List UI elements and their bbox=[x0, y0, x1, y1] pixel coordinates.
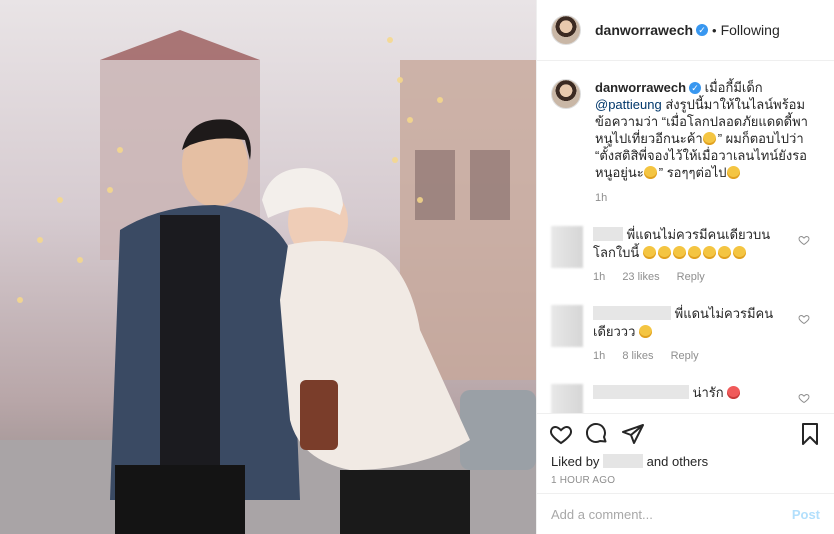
caption-mention[interactable]: @pattieung bbox=[595, 97, 662, 112]
bookmark-icon[interactable] bbox=[798, 422, 822, 446]
rofl-emoji-icon bbox=[672, 246, 686, 259]
comment-input[interactable]: Add a comment... bbox=[551, 507, 792, 522]
comment-body: พี่แดนไม่ควรมีคนเดียวบนโลกใบนี้ 1h 23 li… bbox=[593, 226, 789, 286]
commenter-avatar-blurred[interactable] bbox=[551, 384, 583, 413]
caption-username[interactable]: danworrawech bbox=[595, 80, 686, 95]
post-timestamp[interactable]: 1 HOUR AGO bbox=[537, 471, 834, 493]
comment-item: พี่แดนไม่ควรมีคนเดียวบนโลกใบนี้ 1h 23 li… bbox=[551, 226, 820, 286]
commenter-avatar-blurred[interactable] bbox=[551, 305, 583, 347]
caption-text-line1: เมื่อกี้มีเด็ก bbox=[704, 80, 763, 95]
rofl-emoji-icon bbox=[642, 246, 656, 259]
heart-eyes-emoji-icon bbox=[727, 386, 741, 399]
comment-reply-button[interactable]: Reply bbox=[677, 271, 705, 283]
comment-body: พี่แดนไม่ควรมีคนเดียววว 1h 8 likes Reply bbox=[593, 305, 789, 365]
caption-text-end: ” รอๆๆต่อไป bbox=[658, 165, 727, 180]
comment-item: น่ารัก bbox=[551, 384, 820, 413]
comments-list[interactable]: danworrawech ✓ เมื่อกี้มีเด็ก @pattieung … bbox=[537, 61, 834, 413]
action-bar bbox=[537, 413, 834, 453]
commenter-avatar-blurred[interactable] bbox=[551, 226, 583, 268]
verified-badge-icon: ✓ bbox=[696, 24, 709, 36]
caption-avatar[interactable] bbox=[551, 79, 581, 109]
caption: danworrawech ✓ เมื่อกี้มีเด็ก @pattieung … bbox=[551, 79, 820, 207]
post-comment-button[interactable]: Post bbox=[792, 507, 820, 522]
separator-dot: • bbox=[712, 22, 717, 38]
rofl-emoji-icon bbox=[702, 246, 716, 259]
grimace-emoji-icon bbox=[639, 325, 653, 338]
small-heart-icon[interactable] bbox=[798, 392, 810, 404]
post-photo[interactable] bbox=[0, 0, 536, 534]
comment-meta: 1h 8 likes Reply bbox=[593, 347, 789, 365]
comment-time: 1h bbox=[593, 271, 606, 283]
photo-illustration bbox=[0, 30, 536, 534]
comment-item: พี่แดนไม่ควรมีคนเดียววว 1h 8 likes Reply bbox=[551, 305, 820, 365]
comment-icon[interactable] bbox=[585, 422, 609, 446]
instagram-post-viewer: danworrawech ✓ • Following danworrawech ✓… bbox=[0, 0, 834, 534]
post-header: danworrawech ✓ • Following bbox=[537, 0, 834, 61]
author-avatar[interactable] bbox=[551, 15, 581, 45]
rofl-emoji-icon bbox=[717, 246, 731, 259]
smile-emoji-icon bbox=[726, 166, 740, 179]
comment-time: 1h bbox=[593, 350, 606, 362]
commenter-name-blurred[interactable] bbox=[593, 227, 623, 241]
small-heart-icon[interactable] bbox=[798, 234, 810, 246]
commenter-name-blurred[interactable] bbox=[593, 306, 671, 320]
share-icon[interactable] bbox=[621, 422, 645, 446]
small-heart-icon[interactable] bbox=[798, 313, 810, 325]
following-button[interactable]: Following bbox=[721, 22, 780, 38]
comment-body: น่ารัก bbox=[593, 384, 789, 413]
comment-meta: 1h 23 likes Reply bbox=[593, 268, 789, 286]
comment-reply-button[interactable]: Reply bbox=[671, 350, 699, 362]
post-side-panel: danworrawech ✓ • Following danworrawech ✓… bbox=[536, 0, 834, 534]
comment-text: น่ารัก bbox=[692, 385, 724, 400]
liker-name-blurred[interactable] bbox=[603, 454, 644, 468]
caption-body: danworrawech ✓ เมื่อกี้มีเด็ก @pattieung … bbox=[595, 79, 820, 207]
commenter-name-blurred[interactable] bbox=[593, 385, 689, 399]
laughing-emoji-icon bbox=[643, 166, 657, 179]
verified-badge-icon: ✓ bbox=[689, 82, 702, 94]
rofl-emoji-icon bbox=[732, 246, 746, 259]
add-comment-bar: Add a comment... Post bbox=[537, 493, 834, 534]
caption-time: 1h bbox=[595, 192, 608, 204]
likes-summary: Liked by and others bbox=[537, 453, 834, 471]
author-username[interactable]: danworrawech bbox=[595, 22, 693, 38]
worried-emoji-icon bbox=[702, 132, 716, 145]
liked-by-label: Liked by bbox=[551, 454, 600, 469]
rofl-emoji-icon bbox=[687, 246, 701, 259]
comment-likes[interactable]: 23 likes bbox=[622, 271, 659, 283]
heart-icon[interactable] bbox=[549, 422, 573, 446]
liked-others-link[interactable]: and others bbox=[647, 454, 708, 469]
rofl-emoji-icon bbox=[657, 246, 671, 259]
comment-likes[interactable]: 8 likes bbox=[622, 350, 653, 362]
